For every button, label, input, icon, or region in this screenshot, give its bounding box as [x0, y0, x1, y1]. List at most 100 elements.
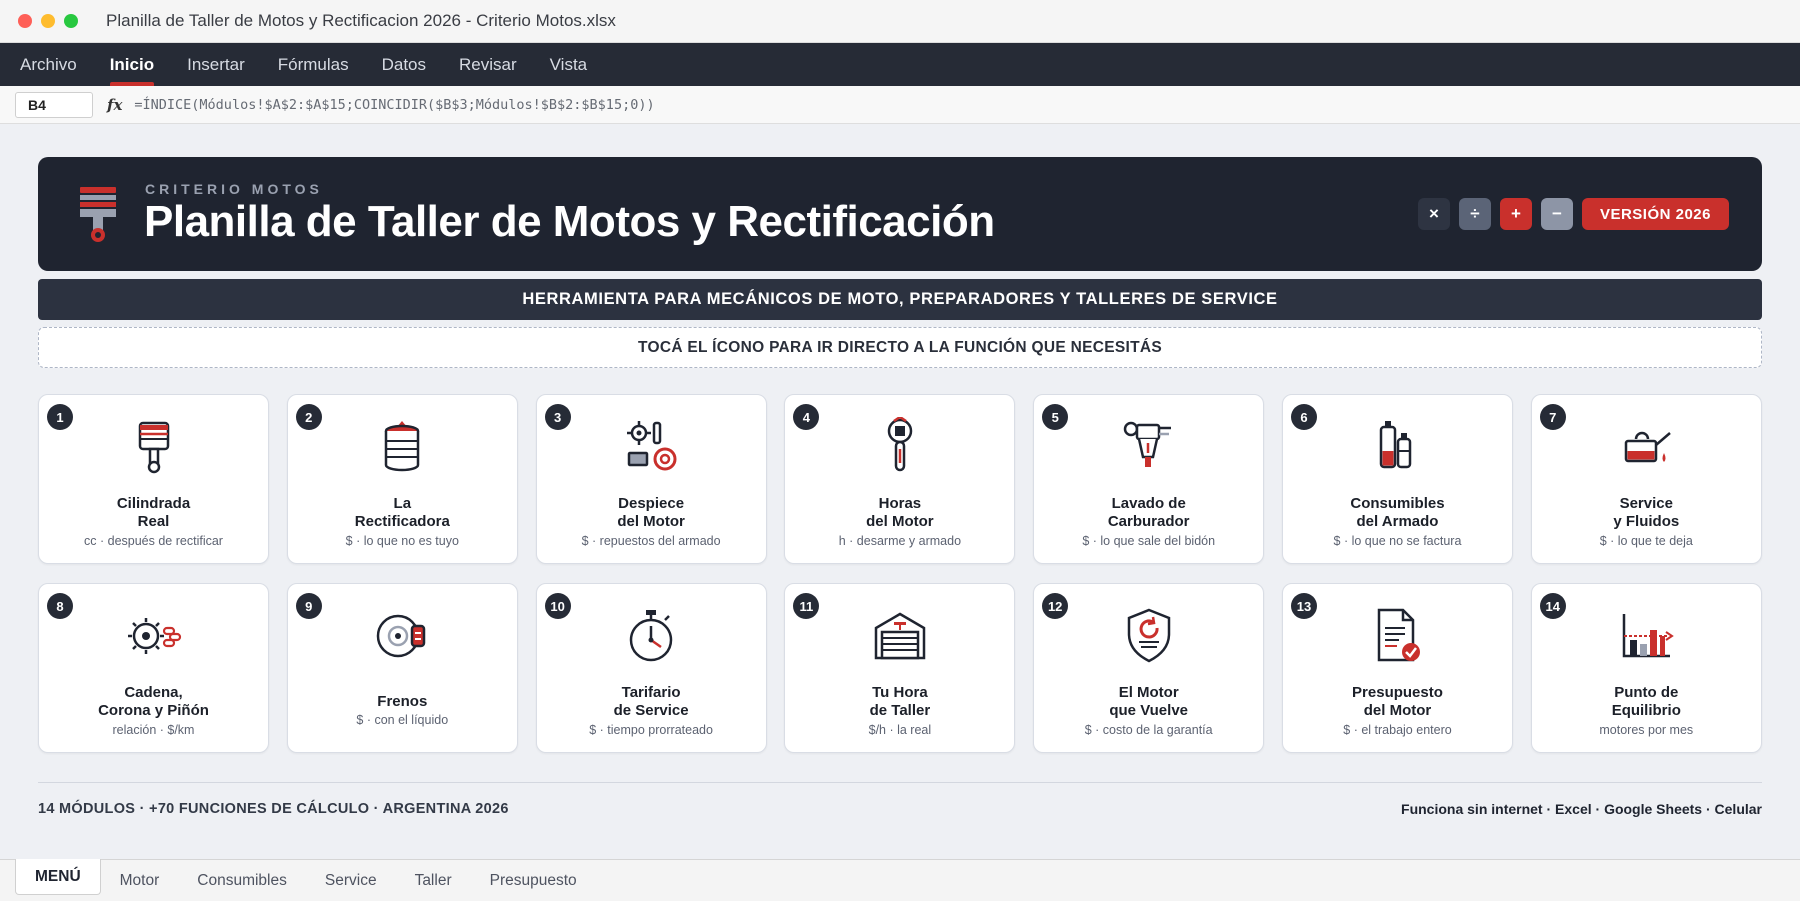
module-title: Despiece del Motor [617, 495, 685, 530]
module-subtitle: $/h · la real [868, 723, 932, 737]
module-card-rectificadora[interactable]: 2 La Rectificadora $ · lo que no es tuyo [286, 394, 518, 564]
module-number: 7 [1539, 404, 1566, 430]
module-number: 5 [1042, 404, 1069, 430]
ribbon-tab-formulas[interactable]: Fórmulas [278, 43, 349, 86]
module-title: Frenos [377, 693, 428, 710]
module-number: 3 [544, 404, 571, 430]
module-grid: 1 Cilindrada Real cc · después de rectif… [38, 394, 1762, 753]
ribbon-tab-vista[interactable]: Vista [550, 43, 588, 86]
module-subtitle: relación · $/km [112, 723, 195, 737]
stopwatch-icon[interactable] [621, 606, 681, 666]
ribbon-tab-datos[interactable]: Datos [382, 43, 426, 86]
module-number: 11 [793, 593, 820, 619]
module-number: 2 [295, 404, 322, 430]
module-number: 13 [1290, 593, 1317, 619]
warranty-shield-icon[interactable] [1119, 606, 1179, 666]
module-subtitle: motores por mes [1599, 723, 1694, 737]
tagline-banner: HERRAMIENTA PARA MECÁNICOS DE MOTO, PREP… [38, 279, 1762, 320]
subtract-button[interactable]: − [1540, 198, 1573, 230]
window-controls [18, 14, 78, 28]
module-subtitle: $ · costo de la garantía [1084, 723, 1213, 737]
module-title: Cadena, Corona y Piñón [98, 684, 209, 719]
module-title: Tarifario de Service [613, 684, 689, 719]
module-subtitle: h · desarme y armado [838, 534, 962, 548]
ribbon-tab-archivo[interactable]: Archivo [20, 43, 77, 86]
module-subtitle: $ · lo que no es tuyo [345, 534, 459, 548]
sheet-tab-menu[interactable]: MENÚ [15, 859, 101, 895]
module-title: Presupuesto del Motor [1352, 684, 1443, 719]
break-even-chart-icon[interactable] [1616, 606, 1676, 666]
module-title: Tu Hora de Taller [869, 684, 931, 719]
minimize-window-button[interactable] [41, 14, 55, 28]
module-card-el-motor-que-vuelve[interactable]: 12 El Motor que Vuelve $ · costo de la g… [1033, 583, 1265, 753]
window-title: Planilla de Taller de Motos y Rectificac… [106, 11, 616, 30]
ribbon-menu: Archivo Inicio Insertar Fórmulas Datos R… [0, 43, 1800, 86]
module-card-tu-hora-de-taller[interactable]: 11 Tu Hora de Taller $/h · la real [784, 583, 1016, 753]
version-badge[interactable]: VERSIÓN 2026 [1581, 198, 1729, 230]
module-card-lavado-de-carburador[interactable]: 5 Lavado de Carburador $ · lo que sale d… [1033, 394, 1265, 564]
sprocket-icon[interactable] [124, 606, 184, 666]
module-subtitle: $ · tiempo prorrateado [589, 723, 713, 737]
module-number: 12 [1042, 593, 1069, 619]
engine-parts-icon[interactable] [621, 417, 681, 477]
sheet-tab-consumibles[interactable]: Consumibles [178, 860, 306, 901]
module-title: Service y Fluidos [1613, 495, 1680, 530]
footer-summary: 14 MÓDULOS · +70 FUNCIONES DE CÁLCULO · … [38, 801, 509, 817]
formula-input[interactable]: =ÍNDICE(Módulos!$A$2:$A$15;COINCIDIR($B$… [134, 97, 654, 113]
module-title: Punto de Equilibrio [1611, 684, 1681, 719]
carburetor-icon[interactable] [1119, 417, 1179, 477]
garage-icon[interactable] [870, 606, 930, 666]
cylinder-icon[interactable] [372, 417, 432, 477]
invoice-icon[interactable] [1367, 606, 1427, 666]
module-number: 8 [47, 593, 73, 619]
module-subtitle: $ · repuestos del armado [581, 534, 721, 548]
module-title: La Rectificadora [354, 495, 450, 530]
module-card-frenos[interactable]: 9 Frenos $ · con el líquido [286, 583, 518, 753]
module-title: Lavado de Carburador [1107, 495, 1190, 530]
sheet-tab-taller[interactable]: Taller [396, 860, 471, 901]
module-subtitle: $ · lo que sale del bidón [1082, 534, 1216, 548]
ribbon-tab-insertar[interactable]: Insertar [187, 43, 245, 86]
page-title: Planilla de Taller de Motos y Rectificac… [144, 197, 995, 246]
ribbon-tab-revisar[interactable]: Revisar [459, 43, 517, 86]
operator-buttons: × ÷ + − VERSIÓN 2026 [1417, 198, 1729, 230]
brake-disc-icon[interactable] [372, 606, 432, 666]
module-card-presupuesto-del-motor[interactable]: 13 Presupuesto del Motor $ · el trabajo … [1281, 583, 1513, 753]
bottles-icon[interactable] [1367, 417, 1427, 477]
window-titlebar: Planilla de Taller de Motos y Rectificac… [0, 0, 1800, 43]
module-title: El Motor que Vuelve [1109, 684, 1188, 719]
zoom-window-button[interactable] [64, 14, 78, 28]
module-card-cilindrada-real[interactable]: 1 Cilindrada Real cc · después de rectif… [38, 394, 269, 564]
cell-name-box[interactable]: B4 [15, 91, 93, 118]
wrench-icon[interactable] [870, 417, 930, 477]
module-title: Cilindrada Real [116, 495, 191, 530]
fx-icon[interactable]: fx [107, 96, 122, 114]
divide-button[interactable]: ÷ [1458, 198, 1491, 230]
module-card-despiece-del-motor[interactable]: 3 Despiece del Motor $ · repuestos del a… [535, 394, 767, 564]
sheet-tab-presupuesto[interactable]: Presupuesto [471, 860, 596, 901]
oil-can-icon[interactable] [1616, 417, 1676, 477]
module-number: 10 [544, 593, 571, 619]
module-number: 14 [1539, 593, 1566, 619]
module-card-horas-del-motor[interactable]: 4 Horas del Motor h · desarme y armado [784, 394, 1016, 564]
hero-header: CRITERIO MOTOS Planilla de Taller de Mot… [38, 157, 1762, 271]
module-number: 4 [793, 404, 820, 430]
module-card-cadena-corona-pinon[interactable]: 8 Cadena, Corona y Piñón relación · $/km [38, 583, 269, 753]
module-card-consumibles-del-armado[interactable]: 6 Consumibles del Armado $ · lo que no s… [1281, 394, 1513, 564]
add-button[interactable]: + [1499, 198, 1532, 230]
module-title: Consumibles del Armado [1350, 495, 1445, 530]
sheet-tabs-bar: MENÚ Motor Consumibles Service Taller Pr… [0, 859, 1800, 901]
multiply-button[interactable]: × [1417, 198, 1450, 230]
piston-icon[interactable] [124, 417, 184, 477]
sheet-tab-motor[interactable]: Motor [101, 860, 179, 901]
module-subtitle: $ · con el líquido [356, 713, 449, 727]
module-number: 6 [1290, 404, 1317, 430]
footer-compatibility: Funciona sin internet · Excel · Google S… [1401, 801, 1762, 817]
close-window-button[interactable] [18, 14, 32, 28]
sheet-tab-service[interactable]: Service [306, 860, 396, 901]
module-card-punto-de-equilibrio[interactable]: 14 Punto de Equilibrio motores por mes [1530, 583, 1762, 753]
module-card-tarifario-de-service[interactable]: 10 Tarifario de Service $ · tiempo prorr… [535, 583, 767, 753]
ribbon-tab-inicio[interactable]: Inicio [109, 43, 155, 86]
module-subtitle: $ · lo que te deja [1599, 534, 1693, 548]
module-card-service-y-fluidos[interactable]: 7 Service y Fluidos $ · lo que te deja [1530, 394, 1762, 564]
